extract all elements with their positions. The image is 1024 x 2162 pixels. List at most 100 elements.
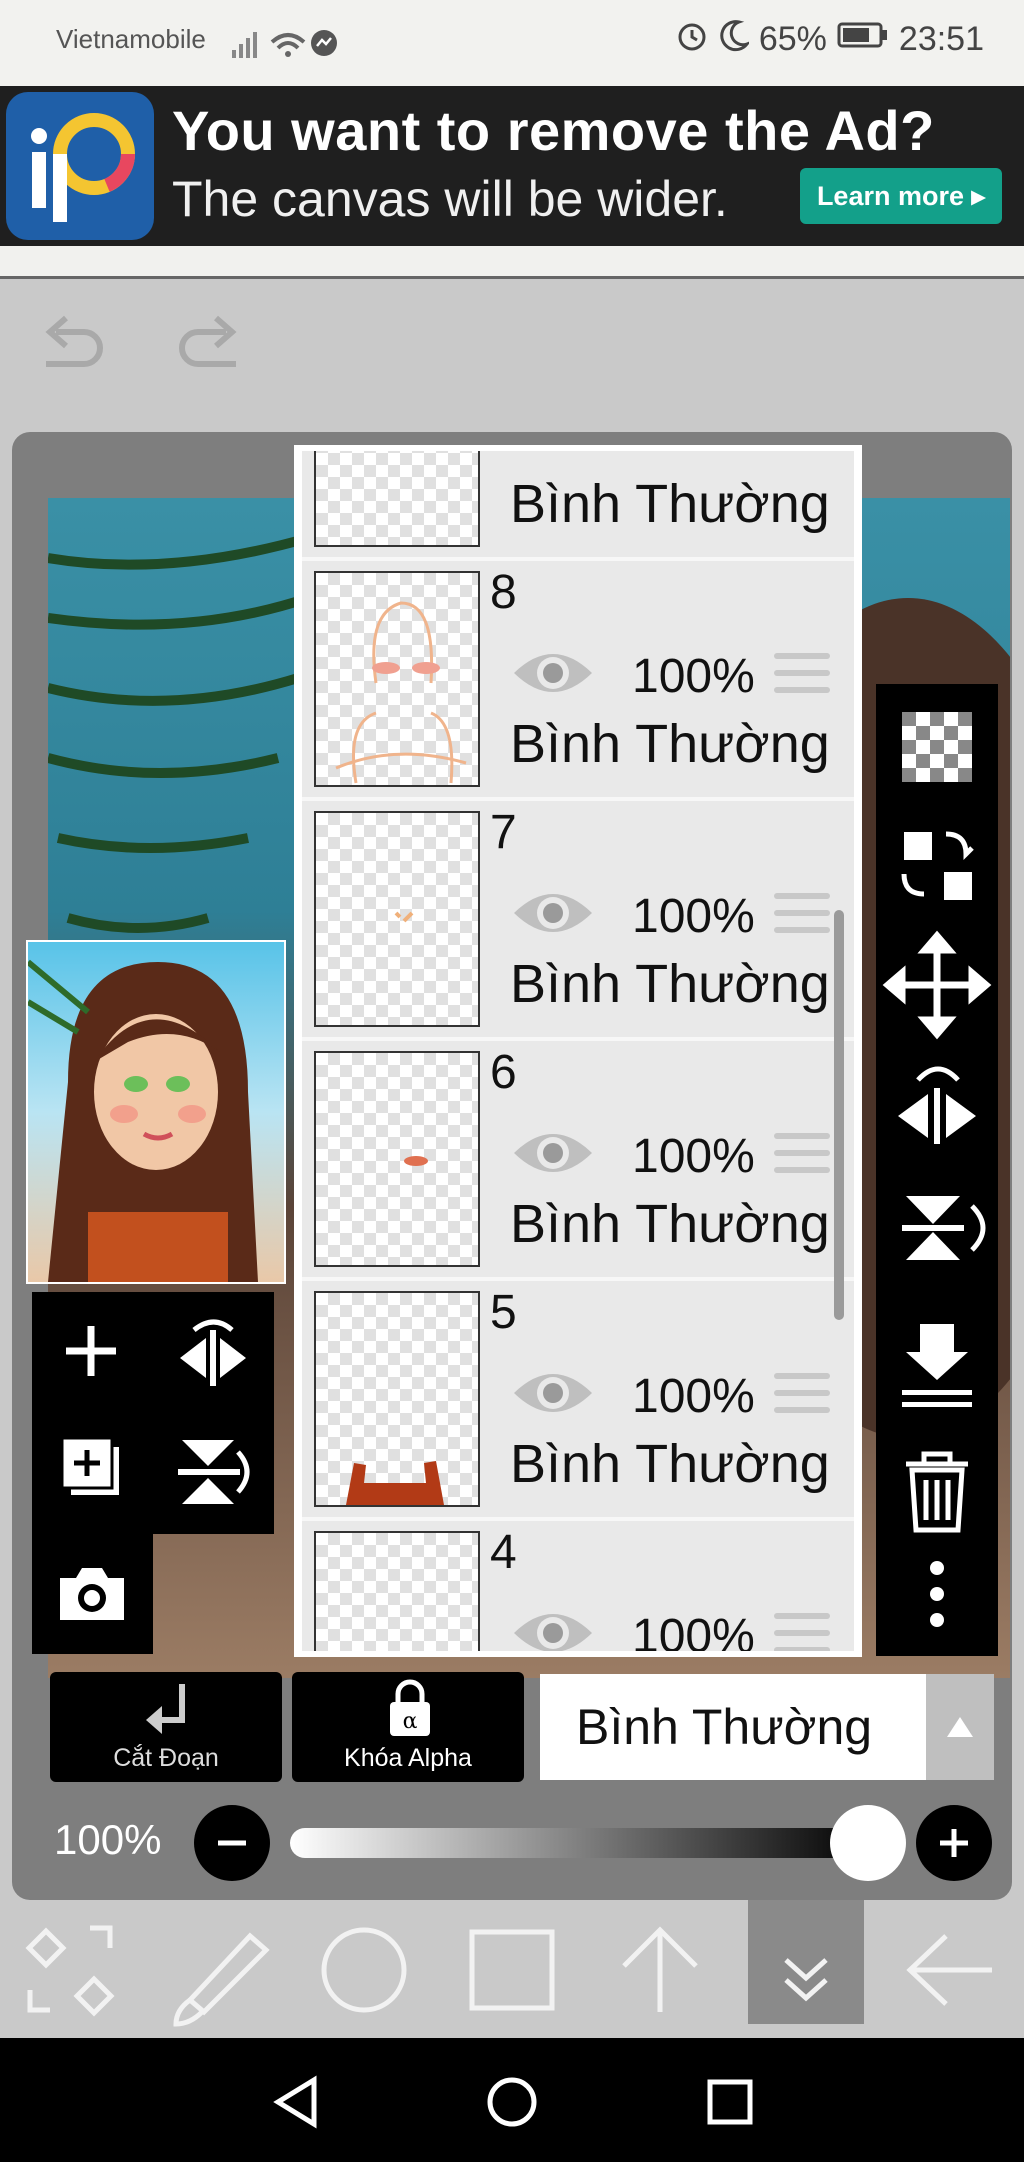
ad-headline: You want to remove the Ad? [172, 99, 935, 162]
triangle-up-icon [947, 1717, 973, 1737]
nav-home-button[interactable] [484, 2074, 540, 2135]
move-up-button[interactable] [610, 1920, 710, 2020]
eye-icon[interactable] [510, 643, 596, 708]
layer-blend-mode: Bình Thường [510, 954, 830, 1014]
brush-tool-button[interactable] [168, 1920, 278, 2020]
layer-list[interactable]: Bình Thường 8 100% Bình Thường 7 100% Bì… [294, 445, 862, 1657]
undo-button[interactable] [36, 314, 106, 379]
opacity-decrease-button[interactable] [194, 1805, 270, 1881]
carrier-name: Vietnamobile [56, 24, 206, 54]
ad-divider [0, 246, 1024, 279]
opacity-increase-button[interactable] [916, 1805, 992, 1881]
layer-number: 8 [490, 566, 517, 619]
nav-recents-button[interactable] [702, 2074, 758, 2135]
ellipse-tool-button[interactable] [314, 1920, 414, 2020]
layer-row[interactable]: 5 100% Bình Thường [302, 1281, 854, 1521]
layer-thumbnail[interactable] [314, 451, 480, 547]
flip-layer-button[interactable] [172, 1316, 252, 1391]
android-nav-bar [0, 2038, 1024, 2162]
layers-panel-button[interactable] [756, 1910, 856, 2020]
duplicate-icon [60, 1436, 121, 1497]
layer-blend-mode: Bình Thường [510, 714, 830, 774]
layer-thumbnail[interactable] [314, 1531, 480, 1651]
svg-text:α: α [403, 1709, 418, 1734]
layer-blend-mode: Bình Thường [510, 1194, 830, 1254]
plus-icon [66, 1326, 116, 1376]
eye-icon[interactable] [510, 1603, 596, 1651]
opacity-slider[interactable] [290, 1828, 870, 1858]
triangle-back-icon [273, 2075, 317, 2129]
circle-home-icon [487, 2077, 537, 2127]
eye-icon[interactable] [510, 1123, 596, 1188]
alpha-lock-button[interactable]: α Khóa Alpha [292, 1672, 524, 1782]
back-button[interactable] [900, 1920, 1000, 2020]
clip-button[interactable]: Cắt Đoạn [50, 1672, 282, 1782]
clip-label: Cắt Đoạn [113, 1744, 219, 1772]
opacity-label: 100% [54, 1816, 162, 1863]
layer-blend-mode: Bình Thường [510, 1434, 830, 1494]
opacity-slider-handle[interactable] [830, 1805, 906, 1881]
camera-button[interactable] [54, 1562, 130, 1631]
ibispaint-logo-icon [6, 92, 154, 240]
plus-icon [940, 1829, 968, 1857]
flip-vertical-icon [902, 1196, 986, 1260]
redo-icon [179, 315, 237, 367]
clock: 23:51 [898, 20, 984, 58]
layer-list-scroll[interactable]: Bình Thường 8 100% Bình Thường 7 100% Bì… [302, 451, 854, 1651]
blend-mode-select[interactable]: Bình Thường [540, 1674, 926, 1780]
layer-opacity: 100% [632, 1130, 755, 1183]
duplicate-layer-button[interactable] [56, 1432, 132, 1513]
nav-back-button[interactable] [268, 2074, 324, 2135]
drag-handle-icon[interactable] [774, 1613, 830, 1651]
layer-row[interactable]: 4 100% [302, 1521, 854, 1651]
layer-number: 7 [490, 806, 517, 859]
layer-opacity: 100% [632, 890, 755, 943]
layer-row[interactable]: 7 100% Bình Thường [302, 801, 854, 1041]
drag-handle-icon[interactable] [774, 893, 830, 933]
more-options-icon [930, 1561, 944, 1627]
layer-row[interactable]: 8 100% Bình Thường [302, 561, 854, 801]
layer-tools-sidebar [876, 684, 998, 1656]
flip-vertical-button[interactable] [172, 1432, 252, 1513]
battery-percent: 65% [758, 20, 827, 58]
add-layer-button[interactable] [56, 1316, 126, 1391]
swap-layers-icon [901, 831, 974, 900]
layer-thumbnail[interactable] [314, 1291, 480, 1507]
status-bar: Vietnamobile 65% 23:51 [0, 0, 1024, 86]
flip-horizontal-icon [898, 1066, 976, 1144]
learn-more-button[interactable]: Learn more ▸ [800, 168, 1002, 224]
lock-alpha-icon: α [390, 1679, 430, 1736]
layer-thumbnail[interactable] [314, 1051, 480, 1267]
transform-tool-button[interactable] [20, 1920, 120, 2020]
layer-opacity: 100% [632, 1370, 755, 1423]
rectangle-tool-button[interactable] [462, 1920, 562, 2020]
layer-row[interactable]: Bình Thường [302, 451, 854, 561]
merge-down-icon [902, 1324, 972, 1407]
status-right: 65% 23:51 [675, 18, 984, 61]
drag-handle-icon[interactable] [774, 1133, 830, 1173]
eye-icon[interactable] [510, 883, 596, 948]
layer-opacity: 100% [632, 650, 755, 703]
drag-handle-icon[interactable] [774, 1373, 830, 1413]
ad-banner[interactable]: You want to remove the Ad? The canvas wi… [0, 86, 1024, 246]
alpha-lock-label: Khóa Alpha [344, 1744, 472, 1772]
signal-icon [228, 26, 338, 65]
layer-number: 4 [490, 1526, 517, 1579]
canvas-preview [26, 940, 286, 1284]
eye-icon[interactable] [510, 1363, 596, 1428]
layer-camera-tools [32, 1534, 153, 1654]
alarm-icon [675, 18, 709, 61]
redo-button[interactable] [176, 314, 246, 379]
flip-horizontal-icon [180, 1319, 246, 1386]
bottom-toolbar [0, 1900, 1024, 2038]
layer-thumbnail[interactable] [314, 811, 480, 1027]
layer-blend-mode: Bình Thường [510, 474, 830, 534]
layer-row[interactable]: 6 100% Bình Thường [302, 1041, 854, 1281]
undo-icon [45, 315, 103, 367]
blend-mode-dropdown-button[interactable] [926, 1674, 994, 1780]
battery-icon [837, 20, 889, 59]
drag-handle-icon[interactable] [774, 653, 830, 693]
layer-thumbnail[interactable] [314, 571, 480, 787]
layer-scrollbar[interactable] [834, 910, 844, 1320]
layer-add-tools [32, 1292, 274, 1534]
